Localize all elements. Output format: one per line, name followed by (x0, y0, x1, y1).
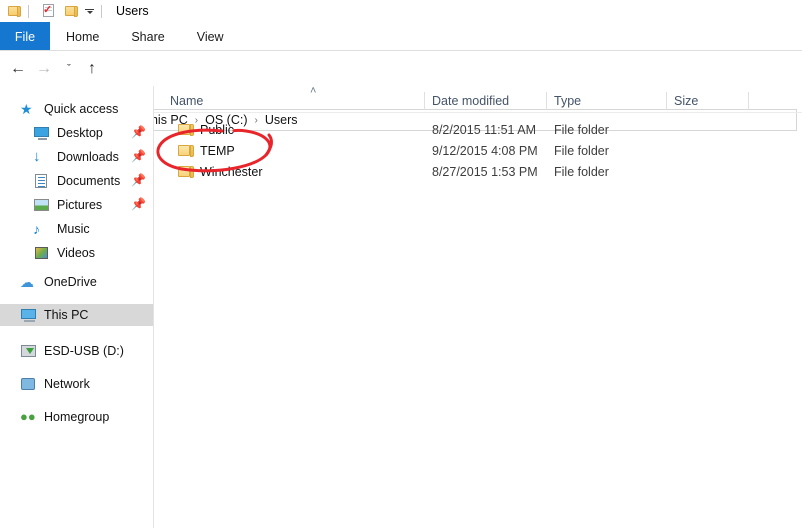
sidebar-item-music[interactable]: ♪ Music (0, 218, 153, 240)
sidebar-label-videos: Videos (57, 246, 95, 260)
up-button[interactable]: ↑ (80, 57, 104, 81)
column-header-divider (154, 112, 802, 113)
sidebar-item-videos[interactable]: Videos (0, 242, 153, 264)
table-row[interactable]: TEMP 9/12/2015 4:08 PM File folder (154, 140, 802, 161)
tab-share[interactable]: Share (115, 22, 180, 51)
sidebar-label-quick-access: Quick access (44, 102, 119, 116)
file-date-modified: 8/27/2015 1:53 PM (432, 164, 538, 179)
computer-icon (20, 307, 37, 323)
ribbon-divider (0, 50, 802, 51)
file-type: File folder (554, 122, 609, 137)
sidebar-label-music: Music (57, 222, 90, 236)
file-name: TEMP (200, 143, 235, 158)
properties-icon[interactable]: ✓ (41, 3, 57, 19)
toolbar-separator (28, 4, 29, 18)
navigation-bar: ← → ˇ ↑ › This PC › OS (C:) › Users (0, 52, 802, 131)
explorer-icon[interactable] (7, 3, 23, 19)
sidebar-item-onedrive[interactable]: ☁ OneDrive (0, 271, 153, 293)
sidebar-item-documents[interactable]: Documents 📌 (0, 170, 153, 192)
sidebar-item-network[interactable]: Network (0, 373, 153, 395)
new-folder-icon[interactable] (64, 3, 80, 19)
usb-drive-icon (20, 343, 37, 359)
tab-view[interactable]: View (181, 22, 240, 51)
title-bar: ✓ Users (0, 0, 802, 22)
sidebar-item-pictures[interactable]: Pictures 📌 (0, 194, 153, 216)
column-header-type[interactable]: Type (554, 90, 581, 112)
sidebar-label-esd-usb: ESD-USB (D:) (44, 344, 124, 358)
document-icon (33, 173, 50, 189)
cloud-icon: ☁ (20, 274, 34, 290)
sidebar-label-documents: Documents (57, 174, 121, 188)
column-label-name: Name (170, 94, 204, 108)
sort-ascending-icon: ˄ (310, 85, 317, 97)
column-header-name[interactable]: Name ˄ (170, 86, 316, 112)
sidebar-label-downloads: Downloads (57, 150, 119, 164)
pin-icon-desktop[interactable]: 📌 (131, 126, 146, 139)
file-type: File folder (554, 143, 609, 158)
column-divider-3[interactable] (666, 92, 667, 110)
sidebar-label-network: Network (44, 377, 90, 391)
network-icon (20, 376, 37, 392)
column-header-size[interactable]: Size (674, 90, 698, 112)
file-type: File folder (554, 164, 609, 179)
folder-icon (178, 164, 194, 179)
folder-icon (178, 122, 194, 137)
file-name: Winchester (200, 164, 263, 179)
music-note-icon: ♪ (33, 221, 40, 237)
video-icon (33, 245, 50, 261)
pin-icon-documents[interactable]: 📌 (131, 174, 146, 187)
sidebar-item-downloads[interactable]: ↓ Downloads 📌 (0, 146, 153, 168)
picture-icon (33, 197, 50, 213)
file-date-modified: 9/12/2015 4:08 PM (432, 143, 538, 158)
monitor-icon (33, 125, 50, 141)
window-title: Users (116, 4, 149, 18)
customize-toolbar-icon[interactable] (84, 3, 96, 19)
ribbon-tab-bar: File Home Share View (0, 22, 802, 51)
sidebar-item-desktop[interactable]: Desktop 📌 (0, 122, 153, 144)
recent-locations-button[interactable]: ˇ (57, 57, 81, 81)
back-button[interactable]: ← (6, 57, 30, 81)
sidebar-item-homegroup[interactable]: ●● Homegroup (0, 406, 153, 428)
sidebar-item-this-pc[interactable]: This PC (0, 304, 153, 326)
sidebar-label-pictures: Pictures (57, 198, 103, 212)
forward-button[interactable]: → (32, 57, 56, 81)
table-row[interactable]: Public 8/2/2015 11:51 AM File folder (154, 119, 802, 140)
column-header-date-modified[interactable]: Date modified (432, 90, 509, 112)
file-name: Public (200, 122, 235, 137)
column-divider-4[interactable] (748, 92, 749, 110)
sidebar-item-quick-access[interactable]: ★ Quick access (0, 98, 153, 120)
sidebar-item-esd-usb[interactable]: ESD-USB (D:) (0, 340, 153, 362)
homegroup-icon: ●● (20, 409, 36, 424)
file-list: Public 8/2/2015 11:51 AM File folder TEM… (154, 119, 802, 189)
sidebar-label-onedrive: OneDrive (44, 275, 97, 289)
sidebar-label-this-pc: This PC (44, 308, 89, 322)
download-arrow-icon: ↓ (33, 148, 41, 165)
toolbar-separator-2 (101, 4, 102, 18)
tab-file[interactable]: File (0, 22, 50, 51)
sidebar-label-homegroup: Homegroup (44, 410, 110, 424)
file-date-modified: 8/2/2015 11:51 AM (432, 122, 537, 137)
column-header-row: Name ˄ Date modified Type Size (154, 86, 802, 112)
tab-home[interactable]: Home (50, 22, 115, 51)
folder-icon (178, 143, 194, 158)
star-icon: ★ (20, 101, 33, 117)
sidebar-label-desktop: Desktop (57, 126, 103, 140)
pin-icon-pictures[interactable]: 📌 (131, 198, 146, 211)
table-row[interactable]: Winchester 8/27/2015 1:53 PM File folder (154, 161, 802, 182)
pin-icon-downloads[interactable]: 📌 (131, 150, 146, 163)
column-divider-1[interactable] (424, 92, 425, 110)
column-divider-2[interactable] (546, 92, 547, 110)
navigation-pane: ★ Quick access Desktop 📌 ↓ Downloads 📌 D… (0, 86, 153, 528)
